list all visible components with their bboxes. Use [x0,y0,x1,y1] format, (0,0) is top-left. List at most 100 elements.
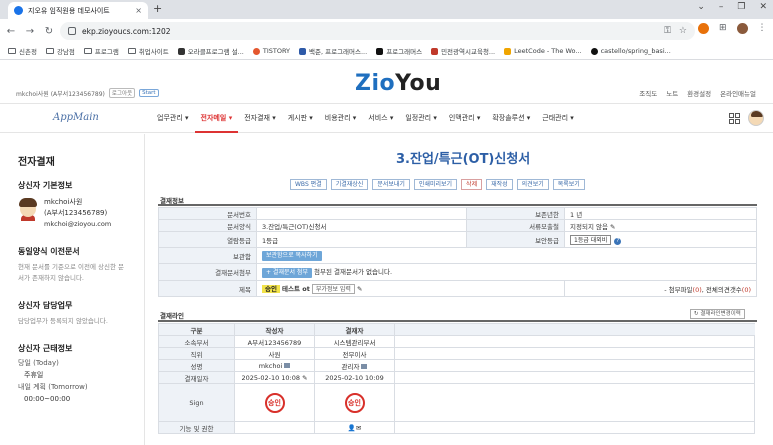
browser-toolbar: ← → ↻ ekp.zioyoucs.com:1202 ⚿ ☆ [0,19,773,43]
empty-cell [394,371,755,384]
menu-email[interactable]: 전자메일 ▾ [194,104,239,133]
logout-button[interactable]: 로그아웃 [108,88,136,98]
bookmarks-bar: 신촌정 강남점 프로그램 취업사이트 오라클프로그램 설... TISTORY … [0,43,773,60]
bookmark-star-icon[interactable]: ☆ [679,26,687,36]
back-icon[interactable]: ← [3,26,19,37]
browser-tab[interactable]: 지오유 임직원용 데모사이트 × [8,2,148,19]
doc-no-label: 문서번호 [158,207,257,220]
rewrite-button[interactable]: 재작성 [486,179,513,190]
bookmark-link[interactable]: 민전광역시교육청... [431,46,495,56]
minimize-icon[interactable]: – [719,2,724,12]
menu-expense[interactable]: 비용관리 ▾ [319,104,363,133]
print-preview-button[interactable]: 인쇄미리보기 [413,179,458,190]
extension-icon[interactable] [698,23,709,34]
subject-label: 제목 [158,280,257,297]
user-name: mkchoi사원 (A부서123456789) [16,90,105,98]
bookmark-link[interactable]: LeetCode - The Wo... [504,47,582,55]
url-text: ekp.zioyoucs.com:1202 [82,26,171,36]
profile-avatar-icon[interactable] [736,23,748,34]
delete-button[interactable]: 삭제 [461,179,483,190]
extra-info-input[interactable]: 부가정보 입력 [311,284,355,294]
same-form-text: 현재 문서를 기준으로 이전에 상신한 문서가 존재하지 않습니다. [18,263,125,282]
duty-text: 담당업무가 등록되지 않았습니다. [18,317,108,325]
person-icon[interactable]: 👤 [348,424,356,432]
bookmark-folder[interactable]: 프로그램 [83,46,119,56]
drafter-card: mkchoi사원 (A부서123456789) mkchoi@zioyou.co… [18,197,126,230]
view-comments-button[interactable]: 의견보기 [516,179,549,190]
menu-service[interactable]: 서비스 ▾ [362,104,399,133]
bookmark-folder[interactable]: 강남점 [45,46,75,56]
site-favicon-icon [14,6,23,15]
attach-files-count: (0) [692,285,702,294]
list-button[interactable]: 목록보기 [552,179,585,190]
app-main-link[interactable]: AppMain [53,112,99,123]
public-label: 서류모출철 [466,219,565,232]
bookmark-folder[interactable]: 취업사이트 [127,46,169,56]
address-bar[interactable]: ekp.zioyoucs.com:1202 ⚿ ☆ [60,22,695,40]
menu-approval[interactable]: 전자결재 ▾ [238,104,282,133]
user-avatar[interactable] [748,110,764,126]
bookmark-link[interactable]: 오라클프로그램 설... [177,46,244,56]
reload-icon[interactable]: ↻ [41,26,57,37]
bookmark-label: 백준, 프로그래머스... [309,48,368,56]
bookmark-link[interactable]: castello/spring_basi... [590,47,671,55]
copy-to-storage-button[interactable]: 보관함으로 복사하기 [262,250,322,261]
approver-name-text[interactable]: 관리자 [342,363,360,371]
attachments-summary: - 첨부파일(0), 전체의견갯수(0) [564,280,757,297]
all-comments-label[interactable]: , 전체의견갯수 [702,286,742,294]
org-chart-link[interactable]: 조직도 [639,88,657,98]
attach-doc-button[interactable]: + 결재문서 첨부 [262,268,312,278]
drafter-info-heading: 상신자 기본정보 [18,181,73,190]
public-cell: 지정되지 않음 ✎ [564,219,757,232]
bookmark-link[interactable]: 백준, 프로그래머스... [299,46,367,56]
zioyou-logo[interactable]: ZioYou [355,71,441,96]
edit-date-icon[interactable]: ✎ [302,374,307,382]
user-info: mkchoi사원 (A부서123456789) 로그아웃 Start [16,88,159,98]
drafter-email: mkchoi@zioyou.com [44,220,112,228]
bookmark-link[interactable]: 프로그래머스 [376,46,422,56]
security-cell: 1등급 대외비? [564,231,757,248]
document-title: 3.잔업/특근(OT)신청서 [396,152,531,167]
edit-note-icon[interactable]: ✎ [357,285,362,293]
extensions-puzzle-icon[interactable]: ⊞ [719,23,727,34]
browser-menu-icon[interactable]: ⋮ [758,23,767,34]
help-icon[interactable]: ? [614,237,622,245]
tab-close-icon[interactable]: × [135,6,142,15]
manual-link[interactable]: 온라인매뉴얼 [720,88,756,98]
note-link[interactable]: 노트 [666,88,678,98]
new-tab-button[interactable]: + [153,2,162,16]
approver-dept-cell: 시스템관리부서 [314,335,395,348]
profile-card-icon[interactable] [361,364,368,369]
menu-contacts[interactable]: 인맥관리 ▾ [443,104,487,133]
folder-icon [127,48,136,54]
menu-work[interactable]: 업무관리 ▾ [151,104,195,133]
close-window-icon[interactable]: ✕ [759,2,767,12]
start-button[interactable]: Start [139,89,159,97]
forward-icon[interactable]: → [22,26,38,37]
bookmark-label: TISTORY [262,47,291,55]
bookmark-folder[interactable]: 신촌정 [8,46,37,56]
resubmit-button[interactable]: 기결재상신 [330,179,369,190]
approval-line-history-button[interactable]: ↻ 결재라인변경이력 [690,309,745,319]
site-info-icon[interactable] [68,27,76,35]
menu-board[interactable]: 게시판 ▾ [282,104,319,133]
attach-files-label[interactable]: - 첨부파일 [664,286,692,294]
bookmark-link[interactable]: TISTORY [252,47,291,55]
edit-pencil-icon[interactable]: ✎ [610,223,615,231]
tab-list-icon[interactable]: ⌄ [697,2,705,12]
maximize-icon[interactable]: ❐ [737,2,745,12]
settings-link[interactable]: 환경설정 [687,88,711,98]
wbs-edit-button[interactable]: WBS 편결 [290,179,327,190]
bookmark-label: 프로그램 [94,48,119,56]
password-key-icon[interactable]: ⚿ [664,26,671,36]
menu-attendance[interactable]: 근태관리 ▾ [536,104,580,133]
send-document-button[interactable]: 문서보내기 [372,179,410,190]
forward-mail-icon[interactable]: ✉ [356,424,361,432]
app-grid-icon[interactable] [729,112,740,124]
tomorrow-value: 00:00~00:00 [24,395,71,403]
menu-schedule[interactable]: 일정관리 ▾ [399,104,443,133]
menu-extensions[interactable]: 확장솔루션 ▾ [486,104,536,133]
profile-card-icon[interactable] [284,363,291,368]
drafter-name-text[interactable]: mkchoi [259,362,283,370]
security-select[interactable]: 1등급 대외비 [570,234,612,245]
